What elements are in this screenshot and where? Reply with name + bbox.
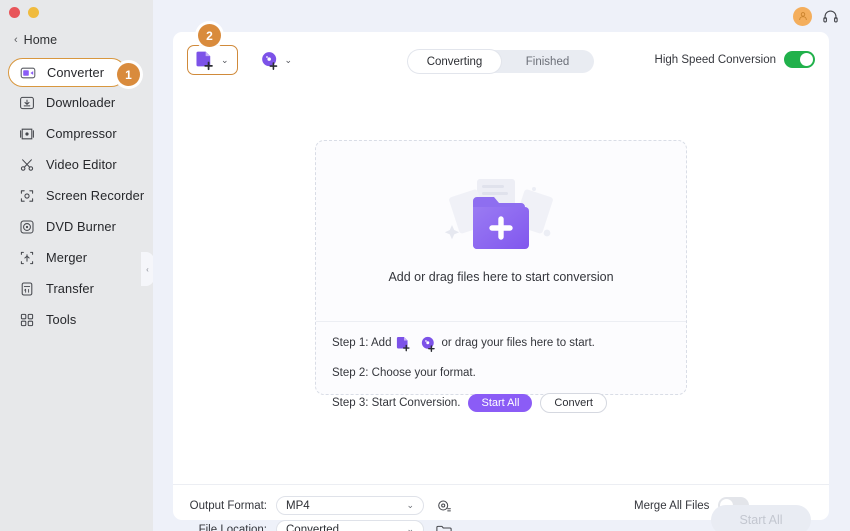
add-file-icon xyxy=(194,49,216,71)
file-location-label: File Location: xyxy=(198,523,267,531)
add-files-button[interactable]: ⌄ xyxy=(187,45,238,75)
add-folder-illustration xyxy=(436,167,566,262)
step-2-text: Step 2: Choose your format. xyxy=(332,367,476,379)
sidebar-item-label: Compressor xyxy=(46,126,117,141)
dropzone-caption: Add or drag files here to start conversi… xyxy=(388,270,614,284)
start-all-pill[interactable]: Start All xyxy=(468,394,533,412)
dropzone-divider xyxy=(316,321,686,322)
application-window: ‹ Home Converter Downloader Compressor V… xyxy=(0,0,850,531)
top-bar xyxy=(153,0,850,32)
add-dvd-icon xyxy=(260,50,280,70)
downloader-icon xyxy=(19,95,35,111)
headset-support-icon[interactable] xyxy=(822,8,839,25)
dvd-burner-icon xyxy=(19,219,35,235)
step-1-text-after: or drag your files here to start. xyxy=(441,337,595,349)
sidebar-item-label: Video Editor xyxy=(46,157,117,172)
step-3-text: Step 3: Start Conversion. xyxy=(332,397,461,409)
step-1: Step 1: Add or drag your files here to s… xyxy=(332,333,672,353)
open-folder-icon[interactable] xyxy=(436,522,452,531)
merger-icon xyxy=(19,250,35,266)
start-all-button[interactable]: Start All xyxy=(711,505,811,531)
sidebar-item-transfer[interactable]: Transfer xyxy=(0,273,153,304)
add-file-icon[interactable] xyxy=(395,335,412,352)
screen-recorder-icon xyxy=(19,188,35,204)
high-speed-conversion-toggle[interactable] xyxy=(784,51,815,68)
sidebar-nav: Converter Downloader Compressor Video Ed… xyxy=(0,58,153,335)
tab-finished[interactable]: Finished xyxy=(501,50,594,73)
format-settings-icon[interactable] xyxy=(436,498,452,514)
file-location-row: File Location: Converted ⌄ xyxy=(187,520,452,531)
annotation-badge-1: 1 xyxy=(117,63,140,86)
chevron-down-icon: ⌄ xyxy=(406,500,414,510)
step-3: Step 3: Start Conversion. Start All Conv… xyxy=(332,393,672,413)
chevron-down-icon[interactable]: ⌄ xyxy=(282,55,296,66)
chevron-left-icon: ‹ xyxy=(146,264,149,274)
converter-icon xyxy=(20,65,36,81)
sidebar-item-label: Transfer xyxy=(46,281,94,296)
home-label: Home xyxy=(23,33,58,47)
toggle-knob xyxy=(800,53,813,66)
chevron-down-icon[interactable]: ⌄ xyxy=(218,55,232,66)
file-drop-zone[interactable]: Add or drag files here to start conversi… xyxy=(315,140,687,413)
sidebar-item-label: Merger xyxy=(46,250,88,265)
sidebar-item-video-editor[interactable]: Video Editor xyxy=(0,149,153,180)
chevron-down-icon: ⌄ xyxy=(406,524,414,531)
content-card: ⌄ ⌄ Converting Finished High Speed Conve… xyxy=(173,32,829,531)
bottom-bar: Output Format: MP4 ⌄ File Location: Conv… xyxy=(173,485,829,531)
sidebar-item-dvd-burner[interactable]: DVD Burner xyxy=(0,211,153,242)
user-avatar[interactable] xyxy=(793,6,812,26)
user-avatar-icon xyxy=(798,12,807,21)
sidebar-item-label: DVD Burner xyxy=(46,219,116,234)
sidebar-item-label: Downloader xyxy=(46,95,116,110)
sidebar-item-label: Screen Recorder xyxy=(46,188,145,203)
sidebar-item-compressor[interactable]: Compressor xyxy=(0,118,153,149)
minimize-window-button[interactable] xyxy=(28,7,39,18)
annotation-badge-2: 2 xyxy=(198,24,221,47)
video-editor-icon xyxy=(19,157,35,173)
sidebar-item-tools[interactable]: Tools xyxy=(0,304,153,335)
file-location-select[interactable]: Converted ⌄ xyxy=(276,520,424,531)
sidebar-item-merger[interactable]: Merger xyxy=(0,242,153,273)
steps-list: Step 1: Add or drag your files here to s… xyxy=(332,333,672,423)
output-format-row: Output Format: MP4 ⌄ xyxy=(187,496,452,515)
sidebar-item-label: Converter xyxy=(47,65,105,80)
output-format-label: Output Format: xyxy=(189,499,267,512)
sidebar-item-screen-recorder[interactable]: Screen Recorder xyxy=(0,180,153,211)
convert-pill[interactable]: Convert xyxy=(540,393,607,413)
high-speed-conversion-group: High Speed Conversion xyxy=(655,51,815,68)
sidebar-item-downloader[interactable]: Downloader xyxy=(0,87,153,118)
merge-all-files-label: Merge All Files xyxy=(634,499,710,512)
home-link[interactable]: ‹ Home xyxy=(14,33,57,47)
tab-converting[interactable]: Converting xyxy=(408,50,501,73)
sidebar-item-label: Tools xyxy=(46,312,77,327)
window-controls xyxy=(9,7,39,18)
output-format-value: MP4 xyxy=(286,499,310,512)
high-speed-conversion-label: High Speed Conversion xyxy=(654,53,776,66)
add-dvd-icon[interactable] xyxy=(420,335,437,352)
card-toolbar: ⌄ ⌄ Converting Finished High Speed Conve… xyxy=(173,32,829,88)
transfer-icon xyxy=(19,281,35,297)
chevron-left-icon: ‹ xyxy=(14,33,18,46)
output-format-select[interactable]: MP4 ⌄ xyxy=(276,496,424,515)
step-1-text: Step 1: Add xyxy=(332,337,392,349)
step-2: Step 2: Choose your format. xyxy=(332,363,672,383)
tools-icon xyxy=(19,312,35,328)
status-tabs: Converting Finished xyxy=(408,50,594,73)
compressor-icon xyxy=(19,126,35,142)
main-area: ⌄ ⌄ Converting Finished High Speed Conve… xyxy=(153,0,850,531)
add-dvd-button[interactable]: ⌄ xyxy=(260,50,296,70)
file-location-value: Converted xyxy=(286,523,340,531)
close-window-button[interactable] xyxy=(9,7,20,18)
sidebar-item-converter[interactable]: Converter xyxy=(8,58,126,87)
